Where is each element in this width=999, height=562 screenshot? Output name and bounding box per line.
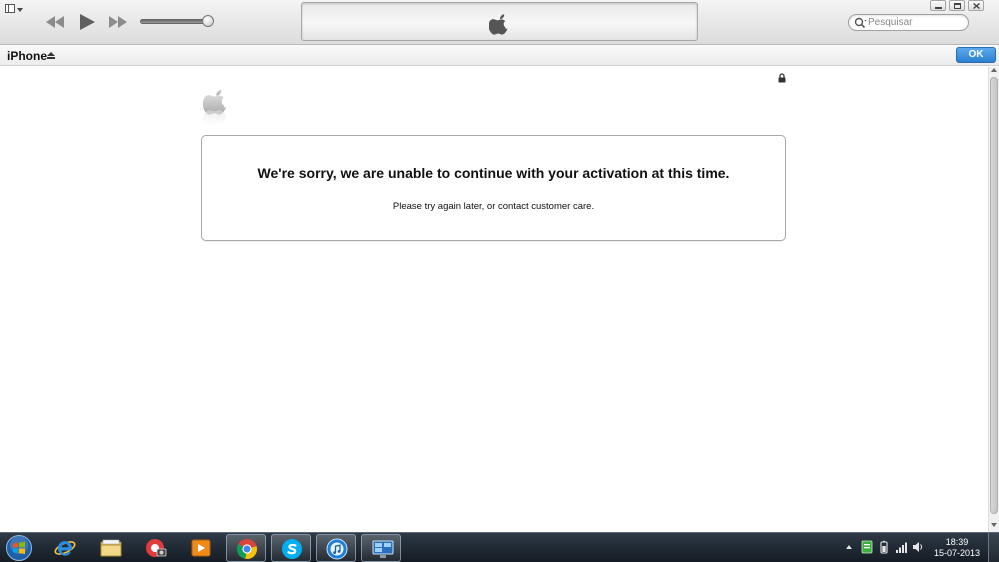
media-player-icon	[191, 539, 211, 557]
taskbar-google-chrome[interactable]	[226, 534, 266, 562]
search-input[interactable]	[868, 16, 964, 29]
error-headline: We're sorry, we are unable to continue w…	[257, 165, 730, 181]
status-display	[301, 2, 698, 41]
taskbar-itunes[interactable]	[316, 534, 356, 562]
rewind-icon[interactable]	[44, 12, 66, 32]
maximize-button[interactable]	[949, 0, 965, 11]
network-signal-icon[interactable]	[895, 540, 907, 554]
taskbar-media-player[interactable]	[181, 534, 221, 562]
remote-desktop-icon	[372, 540, 394, 558]
folder-icon	[100, 539, 122, 557]
eject-icon[interactable]	[47, 52, 55, 59]
taskbar-clock[interactable]: 18:39 15-07-2013	[932, 537, 982, 559]
minimize-icon	[935, 7, 942, 9]
taskbar-windows-explorer[interactable]	[90, 534, 130, 562]
volume-knob[interactable]	[202, 15, 214, 27]
fast-forward-icon[interactable]	[107, 12, 129, 32]
taskbar-picasa[interactable]	[135, 534, 175, 562]
taskbar-remote-desktop[interactable]	[361, 534, 401, 562]
search-icon	[854, 17, 867, 29]
window-controls	[930, 0, 998, 11]
picasa-icon	[146, 539, 167, 557]
lock-icon	[778, 73, 786, 83]
device-bar: iPhone OK	[0, 45, 999, 66]
start-button[interactable]	[4, 534, 34, 562]
taskbar-internet-explorer[interactable]	[45, 534, 85, 562]
apple-icon	[489, 14, 508, 35]
action-center-icon[interactable]	[861, 540, 873, 554]
error-subline: Please try again later, or contact custo…	[392, 201, 595, 212]
vertical-scrollbar[interactable]	[988, 67, 999, 532]
apple-logo	[203, 89, 227, 127]
scroll-down-arrow-icon[interactable]	[991, 523, 997, 527]
volume-track	[140, 19, 210, 24]
internet-explorer-icon	[54, 541, 76, 556]
error-message-box: We're sorry, we are unable to continue w…	[201, 135, 786, 241]
ok-button[interactable]: OK	[956, 47, 996, 63]
play-icon[interactable]	[77, 12, 97, 32]
windows-taskbar: 18:39 15-07-2013	[0, 532, 999, 562]
battery-icon[interactable]	[878, 540, 890, 554]
volume-icon[interactable]	[912, 540, 924, 554]
show-hidden-icons-icon[interactable]	[843, 540, 855, 554]
taskbar-skype[interactable]	[271, 534, 311, 562]
chrome-icon	[236, 539, 258, 560]
device-name[interactable]: iPhone	[7, 49, 47, 63]
clock-date: 15-07-2013	[933, 548, 981, 558]
itunes-toolbar	[0, 0, 999, 45]
clock-time: 18:39	[945, 537, 969, 547]
skype-icon	[282, 539, 302, 559]
windows-logo-icon	[6, 535, 32, 561]
close-button[interactable]	[968, 0, 984, 11]
maximize-icon	[954, 3, 961, 9]
scroll-thumb[interactable]	[990, 77, 998, 514]
minimize-button[interactable]	[930, 0, 946, 11]
show-desktop-button[interactable]	[988, 533, 999, 562]
itunes-window: iPhone OK We're sorry, we are	[0, 0, 999, 562]
volume-slider[interactable]	[140, 15, 214, 28]
app-menu-icon[interactable]	[4, 3, 24, 17]
activation-page: We're sorry, we are unable to continue w…	[0, 67, 988, 532]
scroll-up-arrow-icon[interactable]	[991, 68, 997, 72]
close-icon	[973, 3, 980, 9]
itunes-icon	[326, 538, 348, 560]
search-field[interactable]	[848, 14, 969, 31]
